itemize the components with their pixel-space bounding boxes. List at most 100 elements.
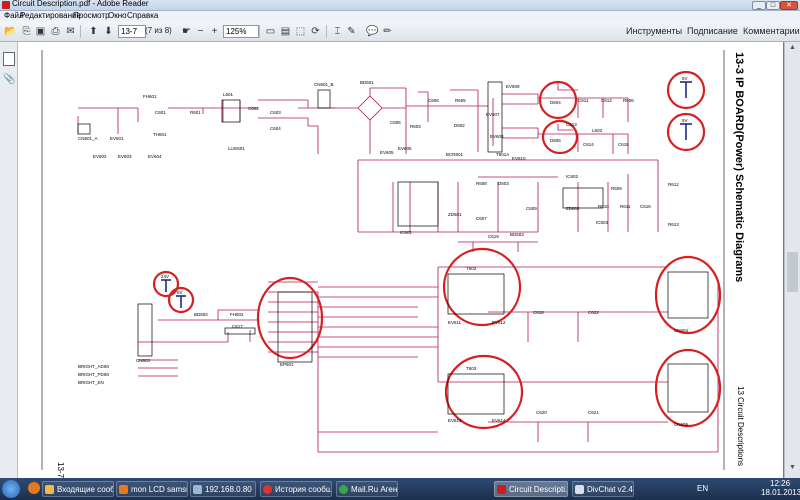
label-r606: R606: [623, 98, 634, 103]
scrollbar-thumb[interactable]: [787, 252, 798, 292]
zoom-level-select[interactable]: 125%: [223, 25, 259, 38]
label-c604: C604: [270, 126, 281, 131]
fill-sign-icon[interactable]: ✎: [344, 24, 359, 39]
tools-button[interactable]: Инструменты: [626, 25, 682, 37]
label-r609: R609: [611, 186, 622, 191]
label-r601: R601: [190, 110, 201, 115]
vertical-scrollbar[interactable]: ▲ ▼: [784, 42, 800, 478]
label-th601: TH601: [153, 132, 167, 137]
taskbar-item-remote[interactable]: 192.168.0.80: [190, 481, 256, 497]
zoom-out-icon[interactable]: −: [193, 24, 208, 39]
taskbar-item-samsung[interactable]: mon LCD samsun...: [116, 481, 188, 497]
opera-icon: [263, 485, 272, 494]
page-heading: 13-3 IP BOARD(Power) Schematic Diagrams: [733, 52, 745, 282]
label-c601: C601: [155, 110, 166, 115]
label-c615: C615: [618, 142, 629, 147]
fit-page-icon[interactable]: ▭: [263, 24, 278, 39]
close-button[interactable]: ✕: [780, 1, 798, 10]
navigation-pane: 📎: [0, 42, 18, 478]
label-cn601a: CN601_A: [78, 136, 98, 141]
menu-edit[interactable]: Редактирование: [20, 11, 81, 21]
label-r611: R611: [620, 204, 631, 209]
print-icon[interactable]: ⎙: [48, 24, 63, 39]
prev-page-icon[interactable]: ⬆: [86, 24, 101, 39]
label-cn604: CN604: [674, 328, 689, 333]
create-pdf-icon[interactable]: ⎘: [19, 24, 34, 39]
menu-window[interactable]: Окно: [108, 11, 127, 21]
label-cn605: CN605: [674, 422, 689, 427]
rotate-icon[interactable]: ⟳: [308, 24, 323, 39]
minimize-button[interactable]: _: [752, 1, 766, 10]
label-d605: D605: [550, 138, 561, 143]
label-v-left2: 5V: [177, 290, 183, 295]
save-icon[interactable]: ▣: [33, 24, 48, 39]
label-r603: R603: [410, 124, 421, 129]
label-bd603: BD603: [510, 232, 524, 237]
browser-icon: [119, 485, 128, 494]
label-ev613: EV613: [448, 418, 462, 423]
taskbar-item-inbox[interactable]: Входящие сооб...: [42, 481, 114, 497]
label-bcr601: BCR601: [446, 152, 464, 157]
taskbar-item-history[interactable]: История сообщ...: [260, 481, 332, 497]
monitor-icon: [193, 485, 202, 494]
menu-view[interactable]: Просмотр: [73, 11, 110, 21]
firefox-icon[interactable]: [28, 482, 40, 494]
label-lug601: LUG601: [228, 146, 245, 151]
pages-panel-icon[interactable]: [3, 52, 15, 66]
fit-width-icon[interactable]: ▤: [278, 24, 293, 39]
label-l601: L601: [223, 92, 234, 97]
label-ev603: EV603: [118, 154, 132, 159]
label-v-top2: 5V: [682, 118, 688, 123]
window-title: Circuit Description.pdf - Adobe Reader: [12, 0, 149, 8]
attachments-icon[interactable]: 📎: [3, 74, 15, 85]
hand-tool-icon[interactable]: ☛: [179, 24, 194, 39]
clock-date[interactable]: 18.01.2013: [761, 488, 800, 497]
open-icon[interactable]: 📂: [3, 24, 18, 39]
label-d603: D603: [498, 181, 509, 186]
menu-help[interactable]: Справка: [127, 11, 158, 21]
title-bar: Circuit Description.pdf - Adobe Reader _…: [0, 0, 800, 11]
toolbar-separator: [326, 25, 327, 38]
scroll-down-icon[interactable]: ▼: [787, 464, 798, 475]
label-c622: C622: [588, 310, 599, 315]
label-v-left1: 24V: [161, 274, 169, 279]
comments-button[interactable]: Комментарии: [743, 25, 800, 37]
zoom-in-icon[interactable]: +: [207, 24, 222, 39]
label-fh602: FH602: [230, 312, 244, 317]
label-zd602: ZD602: [566, 206, 580, 211]
select-tool-icon[interactable]: ⌶: [330, 24, 345, 39]
scroll-up-icon[interactable]: ▲: [787, 44, 798, 55]
label-l603: L603: [592, 128, 603, 133]
email-icon[interactable]: ✉: [63, 24, 78, 39]
label-c617: C617: [232, 324, 243, 329]
label-r605: R605: [455, 98, 466, 103]
read-mode-icon[interactable]: ⬚: [293, 24, 308, 39]
maximize-button[interactable]: □: [766, 1, 780, 10]
page-number-input[interactable]: 13-7: [118, 25, 146, 38]
label-cn603: CN603: [136, 358, 151, 363]
start-button[interactable]: [2, 480, 20, 498]
taskbar-item-mailru[interactable]: Mail.Ru Агент: [336, 481, 398, 497]
label-c612: C612: [601, 98, 612, 103]
label-c605: C605: [390, 120, 401, 125]
highlight-icon[interactable]: ✏: [380, 24, 395, 39]
label-d604: D604: [550, 100, 561, 105]
agent-icon: [339, 485, 348, 494]
taskbar-item-reader[interactable]: Circuit Descripti...: [494, 481, 568, 497]
next-page-icon[interactable]: ⬇: [101, 24, 116, 39]
label-ep601: EP601: [280, 362, 294, 367]
label-c621: C621: [588, 410, 599, 415]
language-indicator[interactable]: EN: [697, 484, 708, 493]
label-c619: C619: [488, 234, 499, 239]
clock-time[interactable]: 12:26: [770, 479, 790, 488]
label-ev609: EV609: [506, 84, 520, 89]
label-c609: C609: [526, 206, 537, 211]
comment-icon[interactable]: 💬: [365, 24, 380, 39]
label-t603: T603: [466, 366, 477, 371]
label-ev605: EV605: [380, 150, 394, 155]
label-c603: C603: [270, 110, 281, 115]
taskbar-item-divchat[interactable]: DivChat v2.46: [572, 481, 634, 497]
sign-button[interactable]: Подписание: [687, 25, 738, 37]
label-cn601b: CN601_B: [314, 82, 334, 87]
toolbar-separator: [259, 25, 260, 38]
